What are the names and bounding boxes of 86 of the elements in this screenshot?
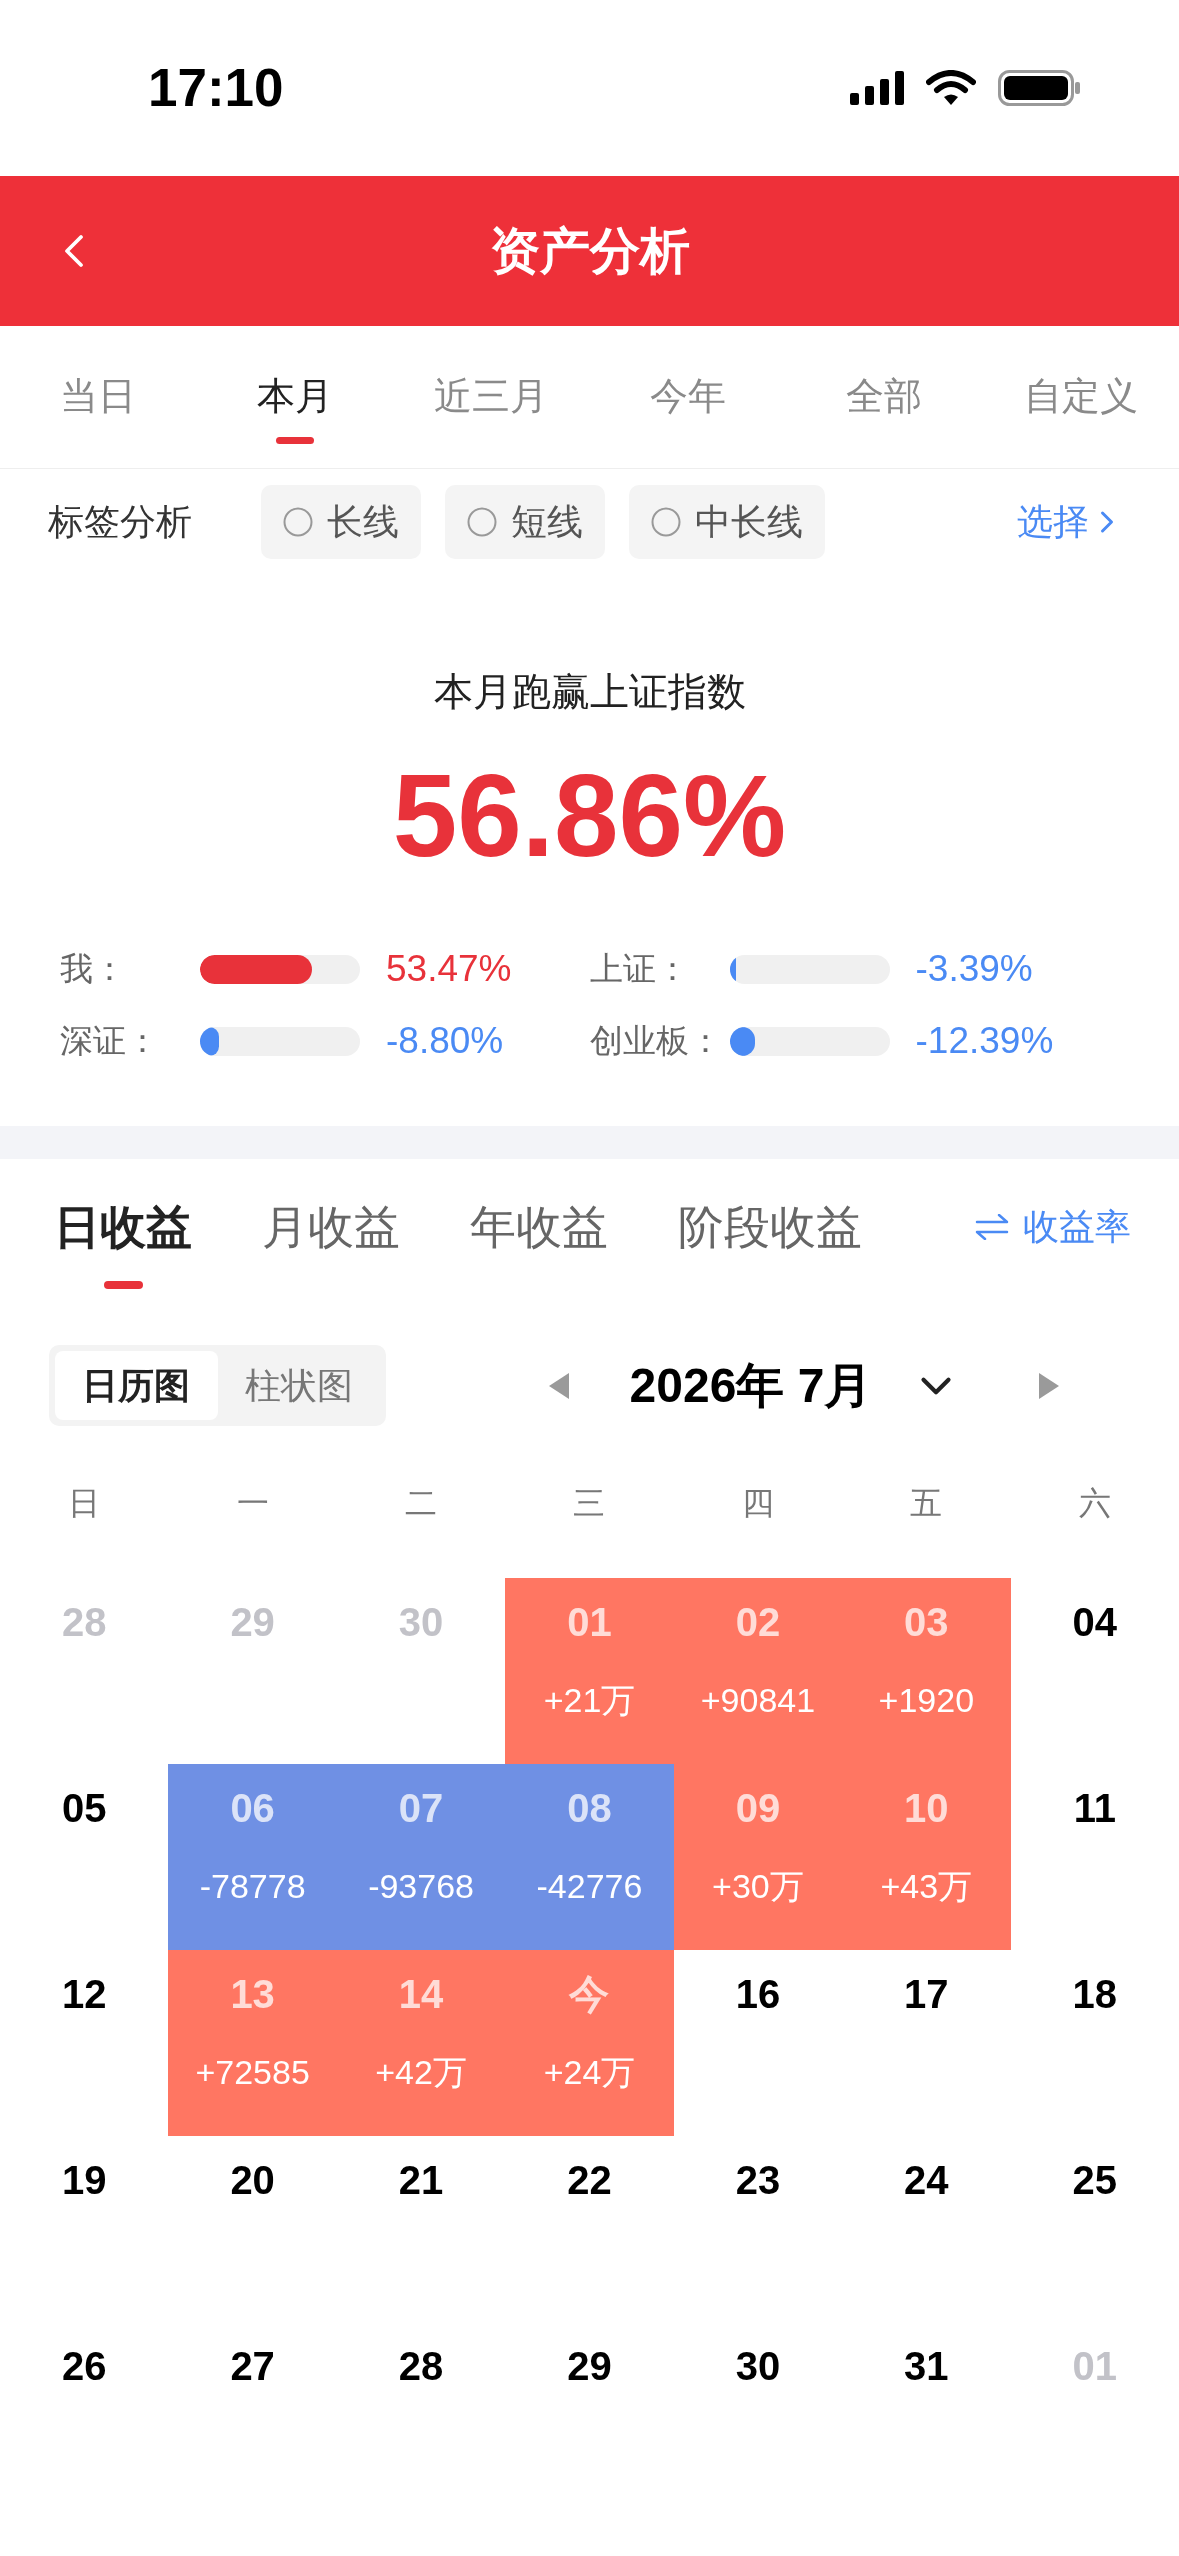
earnings-tab[interactable]: 年收益 xyxy=(470,1199,608,1255)
period-tab[interactable]: 本月 xyxy=(256,376,333,416)
day-number[interactable]: 18 xyxy=(1072,1970,1118,2018)
day-number: 02 xyxy=(735,1599,781,1646)
earnings-tab[interactable]: 月收益 xyxy=(262,1199,400,1255)
day-number[interactable]: 19 xyxy=(61,2156,107,2204)
tag-filter-label: 标签分析 xyxy=(48,500,193,544)
day-change: -93768 xyxy=(368,1866,474,1906)
day-number[interactable]: 20 xyxy=(230,2156,275,2204)
day-number: 10 xyxy=(904,1785,949,1832)
day-change: +24万 xyxy=(543,2052,636,2092)
benchmark-label: 我： xyxy=(60,949,127,989)
day-change: +21万 xyxy=(543,1680,636,1720)
period-tab[interactable]: 今年 xyxy=(649,376,726,416)
signal-icon xyxy=(850,71,904,105)
day-number[interactable]: 21 xyxy=(398,2156,444,2204)
period-tab[interactable]: 近三月 xyxy=(434,376,549,416)
day-change: -42776 xyxy=(536,1866,643,1906)
day-number[interactable]: 04 xyxy=(1072,1598,1118,1646)
weekday-label: 日 xyxy=(68,1484,101,1523)
period-tab[interactable]: 当日 xyxy=(60,376,137,416)
benchmark-label: 深证： xyxy=(60,1021,160,1061)
day-number[interactable]: 26 xyxy=(61,2342,107,2390)
period-tab[interactable]: 自定义 xyxy=(1023,376,1138,416)
view-toggle-option[interactable]: 日历图 xyxy=(55,1351,218,1420)
benchmark-value: 56.86% xyxy=(392,751,787,881)
tag-chip[interactable]: 短线 xyxy=(445,485,605,559)
weekday-label: 一 xyxy=(236,1484,269,1523)
day-number: 03 xyxy=(904,1599,949,1646)
benchmark-reading: -8.80% xyxy=(386,1019,504,1063)
day-number[interactable]: 30 xyxy=(735,2342,781,2390)
day-number: 14 xyxy=(398,1971,444,2018)
day-number[interactable]: 24 xyxy=(904,2156,949,2204)
weekday-label: 二 xyxy=(405,1484,438,1523)
day-change: +42万 xyxy=(375,2052,467,2092)
tag-chip[interactable]: 长线 xyxy=(261,485,421,559)
battery-icon xyxy=(998,70,1080,106)
view-toggle-option[interactable]: 柱状图 xyxy=(217,1351,380,1420)
day-number[interactable]: 31 xyxy=(904,2342,949,2390)
tab-indicator xyxy=(275,437,314,444)
benchmark-reading: -12.39% xyxy=(915,1019,1054,1063)
wifi-icon xyxy=(926,70,976,106)
weekday-label: 四 xyxy=(741,1484,774,1523)
weekday-label: 五 xyxy=(910,1484,943,1523)
weekday-label: 六 xyxy=(1078,1484,1111,1523)
caret-right-icon[interactable] xyxy=(1039,1372,1059,1399)
day-number[interactable]: 05 xyxy=(61,1784,107,1832)
day-number: 08 xyxy=(567,1785,612,1832)
day-change: +90841 xyxy=(700,1680,816,1720)
page-title: 资产分析 xyxy=(489,222,690,281)
benchmark-reading: -3.39% xyxy=(915,947,1033,991)
day-change: +1920 xyxy=(878,1680,975,1720)
day-number: 06 xyxy=(230,1785,275,1832)
day-number[interactable]: 16 xyxy=(735,1970,781,2018)
earnings-tab[interactable]: 日收益 xyxy=(54,1199,192,1255)
period-tab[interactable]: 全部 xyxy=(846,376,923,416)
swap-icon xyxy=(975,1214,1009,1240)
weekday-label: 三 xyxy=(573,1484,606,1523)
day-change: +72585 xyxy=(195,2052,310,2092)
day-change: +43万 xyxy=(880,1866,973,1906)
day-number: 09 xyxy=(735,1785,781,1832)
benchmark-title: 本月跑赢上证指数 xyxy=(433,669,746,715)
day-number[interactable]: 28 xyxy=(398,2342,444,2390)
benchmark-label: 上证： xyxy=(589,949,690,989)
day-number[interactable]: 27 xyxy=(230,2342,275,2390)
caret-left-icon[interactable] xyxy=(549,1372,569,1399)
day-number[interactable]: 29 xyxy=(567,2342,612,2390)
day-change: -78778 xyxy=(199,1866,306,1906)
day-number[interactable]: 11 xyxy=(1073,1784,1116,1832)
day-change: +30万 xyxy=(712,1866,804,1906)
tab-indicator xyxy=(103,1281,143,1289)
status-time: 17:10 xyxy=(148,58,284,118)
day-number[interactable]: 25 xyxy=(1072,2156,1118,2204)
day-number: 07 xyxy=(398,1785,444,1832)
benchmark-reading: 53.47% xyxy=(386,947,512,991)
day-number[interactable]: 23 xyxy=(735,2156,781,2204)
day-number: 今 xyxy=(569,1971,610,2018)
month-title: 2026年 7月 xyxy=(628,1357,874,1414)
benchmark-label: 创业板： xyxy=(589,1021,723,1061)
day-number: 01 xyxy=(567,1599,612,1646)
day-number: 13 xyxy=(230,1971,275,2018)
day-number[interactable]: 22 xyxy=(567,2156,612,2204)
day-number[interactable]: 17 xyxy=(904,1970,949,2018)
day-number[interactable]: 12 xyxy=(61,1970,107,2018)
tag-chip[interactable]: 中长线 xyxy=(629,485,825,559)
earnings-tab[interactable]: 阶段收益 xyxy=(678,1199,862,1255)
